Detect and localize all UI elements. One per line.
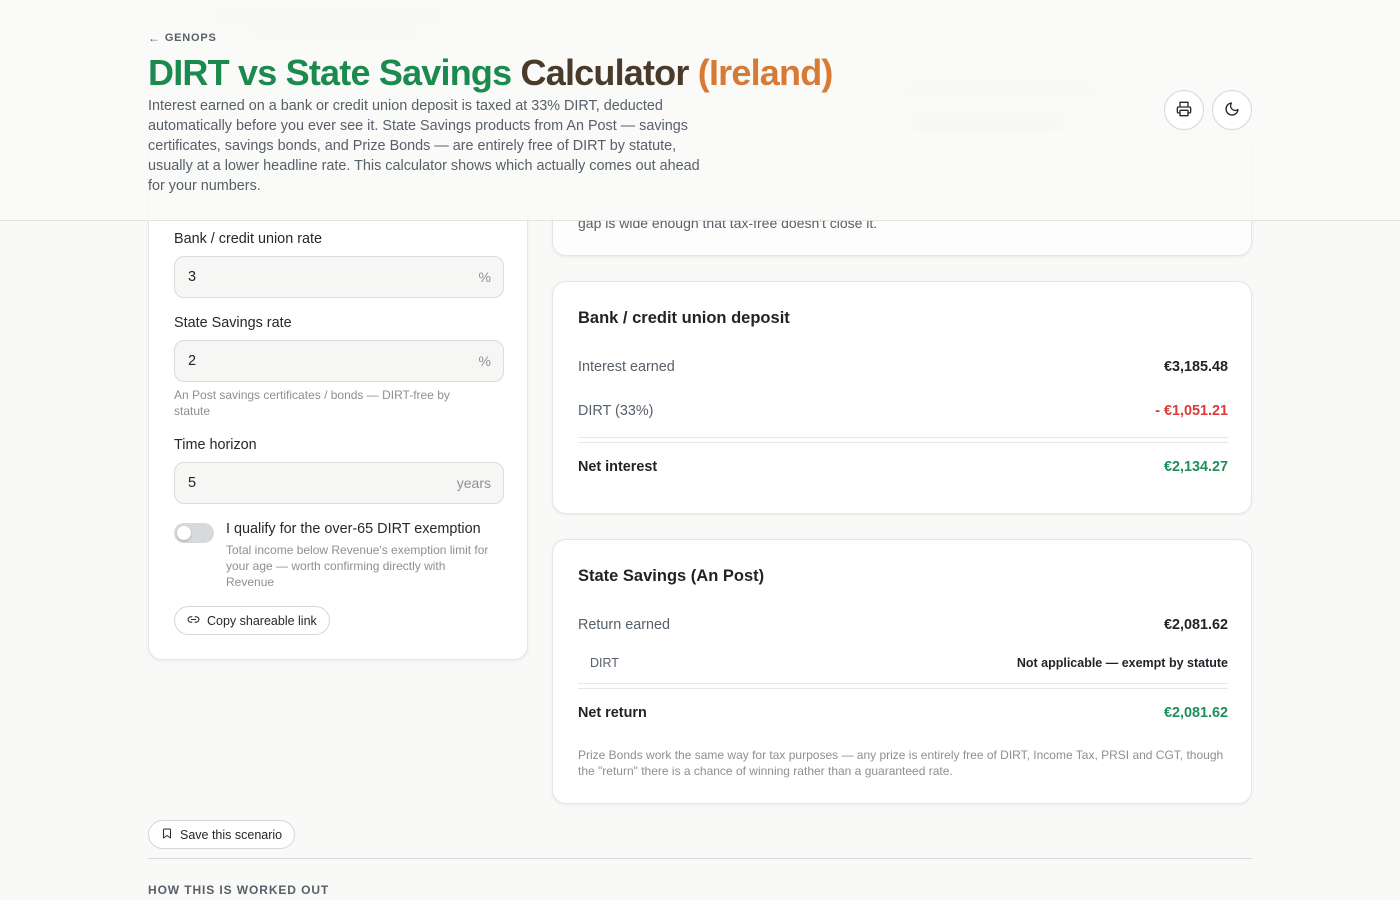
section-divider	[148, 858, 1252, 859]
copy-link-label: Copy shareable link	[207, 613, 317, 628]
state-rate-unit: %	[478, 353, 491, 369]
state-return-value: €2,081.62	[1163, 617, 1228, 633]
state-rate-input[interactable]: 2 %	[174, 340, 504, 382]
back-link-label: GENOPS	[164, 32, 217, 44]
state-savings-card: State Savings (An Post) Return earned €2…	[552, 539, 1252, 804]
arrow-left-icon: ←	[148, 31, 161, 45]
bank-divider-1	[578, 437, 1228, 438]
horizon-label: Time horizon	[174, 437, 257, 453]
bank-rate-label: Bank / credit union rate	[174, 231, 322, 247]
back-link[interactable]: ← GENOPS	[148, 31, 217, 45]
link-icon	[187, 613, 200, 629]
moon-icon	[1224, 101, 1240, 120]
prize-bonds-note: Prize Bonds work the same way for tax pu…	[578, 748, 1224, 778]
page-title: DIRT vs State Savings Calculator (Irelan…	[148, 52, 833, 94]
bank-dirt-label: DIRT (33%)	[578, 403, 654, 419]
copy-link-button[interactable]: Copy shareable link	[174, 606, 330, 635]
state-net-label: Net return	[578, 705, 647, 721]
bank-net-row: Net interest €2,134.27	[578, 459, 1228, 475]
state-dirt-value: Not applicable — exempt by statute	[1016, 656, 1228, 670]
printer-icon	[1176, 101, 1192, 120]
save-scenario-label: Save this scenario	[180, 827, 283, 842]
state-rate-value: 2	[188, 353, 197, 369]
save-scenario-button[interactable]: Save this scenario	[148, 820, 296, 849]
bank-interest-value: €3,185.48	[1163, 359, 1228, 375]
bank-rate-value: 3	[188, 269, 197, 285]
bank-interest-row: Interest earned €3,185.48	[578, 359, 1228, 375]
bank-deposit-card: Bank / credit union deposit Interest ear…	[552, 281, 1252, 514]
state-return-label: Return earned	[578, 617, 671, 633]
horizon-input[interactable]: 5 years	[174, 462, 504, 504]
bank-net-label: Net interest	[578, 459, 658, 475]
state-rate-label: State Savings rate	[174, 315, 292, 331]
state-divider-1	[578, 683, 1228, 684]
bank-dirt-row: DIRT (33%) - €1,051.21	[578, 403, 1228, 419]
bank-divider-2	[578, 442, 1228, 443]
state-net-row: Net return €2,081.62	[578, 705, 1228, 721]
state-return-row: Return earned €2,081.62	[578, 617, 1228, 633]
state-rate-help: An Post savings certificates / bonds — D…	[174, 388, 450, 418]
horizon-value: 5	[188, 475, 197, 491]
bank-interest-label: Interest earned	[578, 359, 675, 375]
bank-rate-unit: %	[478, 269, 491, 285]
horizon-unit: years	[456, 475, 491, 491]
print-button[interactable]	[1164, 90, 1204, 130]
title-country: (Ireland)	[697, 52, 834, 93]
state-net-value: €2,081.62	[1163, 705, 1228, 721]
state-card-title: State Savings (An Post)	[578, 567, 765, 585]
bank-rate-input[interactable]: 3 %	[174, 256, 504, 298]
bank-dirt-value: - €1,051.21	[1155, 403, 1228, 419]
over65-label[interactable]: I qualify for the over-65 DIRT exemption	[226, 521, 481, 537]
how-it-works-heading: HOW THIS IS WORKED OUT	[148, 883, 330, 897]
state-dirt-row: DIRT Not applicable — exempt by statute	[578, 656, 1228, 670]
bank-net-value: €2,134.27	[1163, 459, 1228, 475]
toggle-knob	[177, 526, 191, 540]
page-header: ← GENOPS DIRT vs State Savings Calculato…	[0, 0, 1400, 221]
state-dirt-label: DIRT	[590, 656, 619, 670]
bank-card-title: Bank / credit union deposit	[578, 309, 790, 327]
title-main: DIRT vs State Savings Calculator	[148, 52, 689, 93]
state-divider-2	[578, 688, 1228, 689]
theme-toggle-button[interactable]	[1212, 90, 1252, 130]
over65-toggle[interactable]	[174, 523, 214, 543]
over65-help: Total income below Revenue's exemption l…	[226, 543, 489, 589]
intro-text: Interest earned on a bank or credit unio…	[148, 98, 700, 194]
bookmark-icon	[161, 827, 173, 843]
